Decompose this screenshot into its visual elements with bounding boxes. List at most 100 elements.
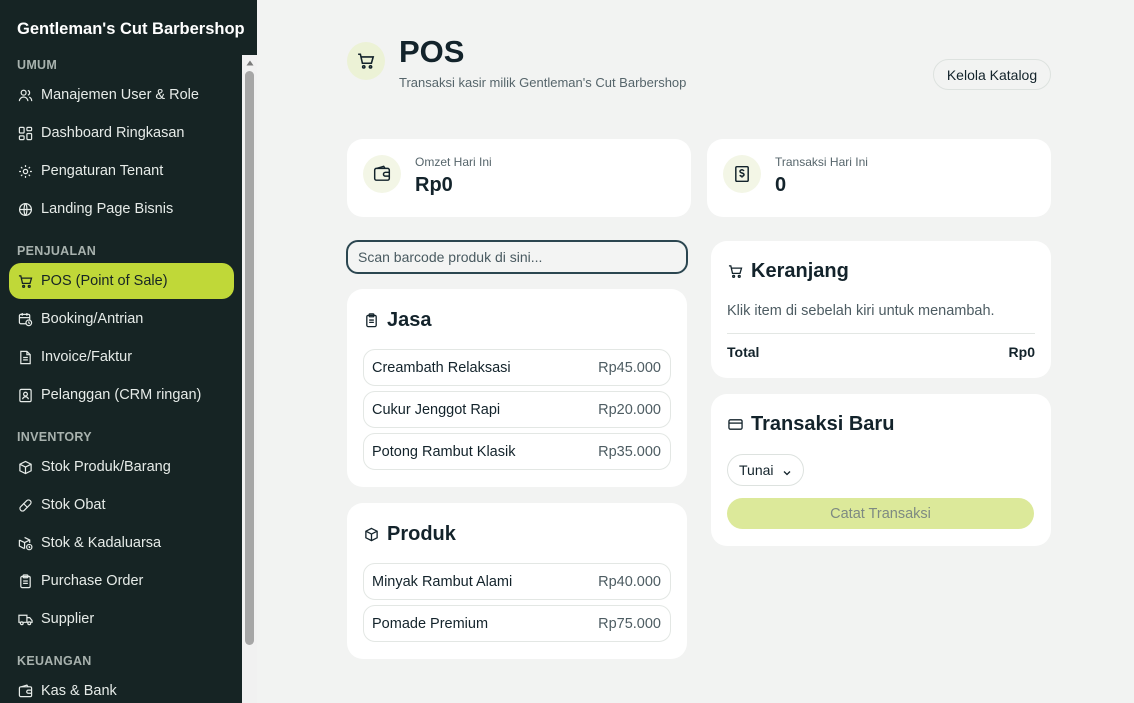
sidebar-item-pengaturan[interactable]: Pengaturan Tenant	[9, 153, 234, 189]
transaksi-baru-card: Transaksi Baru Tunai Catat Transaksi	[711, 394, 1051, 546]
sidebar-item-stok-kadaluarsa[interactable]: Stok & Kadaluarsa	[9, 525, 234, 561]
sidebar-item-landing-page[interactable]: Landing Page Bisnis	[9, 191, 234, 227]
page-title: POS	[399, 34, 465, 69]
sidebar-item-manajemen-user[interactable]: Manajemen User & Role	[9, 77, 234, 113]
cart-total-label: Total	[727, 344, 760, 360]
scrollbar-thumb[interactable]	[245, 71, 254, 645]
dashboard-grid-icon	[17, 125, 33, 141]
sidebar-item-stok-produk[interactable]: Stok Produk/Barang	[9, 449, 234, 485]
item-price: Rp75.000	[598, 615, 661, 632]
pos-header-icon	[347, 42, 385, 80]
box-icon	[17, 459, 33, 475]
jasa-heading: Jasa	[363, 309, 432, 332]
sidebar-item-kas-bank[interactable]: Kas & Bank	[9, 673, 234, 703]
sidebar-item-label: POS (Point of Sale)	[41, 273, 168, 289]
sidebar-item-label: Stok & Kadaluarsa	[41, 535, 162, 551]
clipboard-icon	[17, 573, 33, 589]
jasa-title: Jasa	[387, 309, 432, 331]
document-icon	[17, 349, 33, 365]
catat-transaksi-button[interactable]: Catat Transaksi	[727, 498, 1034, 529]
sidebar-item-stok-obat[interactable]: Stok Obat	[9, 487, 234, 523]
chevron-down-icon	[782, 465, 792, 481]
section-label-inventory: INVENTORY	[17, 430, 92, 444]
transaksi-value: 0	[775, 174, 787, 196]
sidebar-item-pelanggan[interactable]: Pelanggan (CRM ringan)	[9, 377, 234, 413]
sidebar-nav: UMUM Manajemen User & Role Dashboard Rin…	[0, 55, 242, 703]
receipt-dollar-icon	[723, 155, 761, 193]
transaksi-label: Transaksi Hari Ini	[775, 155, 868, 169]
sidebar-item-invoice[interactable]: Invoice/Faktur	[9, 339, 234, 375]
sidebar-item-label: Supplier	[41, 611, 95, 627]
sidebar-item-label: Pengaturan Tenant	[41, 163, 164, 179]
transaksi-baru-title: Transaksi Baru	[751, 413, 895, 435]
cart-divider	[727, 333, 1035, 334]
keranjang-card: Keranjang Klik item di sebelah kiri untu…	[711, 241, 1051, 378]
sidebar-item-label: Stok Obat	[41, 497, 106, 513]
payment-method-select[interactable]: Tunai	[727, 454, 804, 486]
kelola-katalog-button[interactable]: Kelola Katalog	[933, 59, 1051, 90]
gear-icon	[17, 163, 33, 179]
sidebar-item-label: Manajemen User & Role	[41, 87, 199, 103]
produk-card: Produk Minyak Rambut Alami Rp40.000 Poma…	[347, 503, 687, 659]
calendar-clock-icon	[17, 311, 33, 327]
produk-item-row[interactable]: Minyak Rambut Alami Rp40.000	[363, 563, 671, 600]
sidebar-item-pos[interactable]: POS (Point of Sale)	[9, 263, 234, 299]
produk-title: Produk	[387, 523, 456, 545]
sidebar-item-label: Booking/Antrian	[41, 311, 144, 327]
keranjang-heading: Keranjang	[727, 260, 849, 283]
sidebar-item-label: Invoice/Faktur	[41, 349, 133, 365]
contact-card-icon	[17, 387, 33, 403]
scroll-up-arrow-icon[interactable]	[242, 55, 257, 71]
clipboard-list-icon	[363, 313, 379, 329]
transaksi-baru-heading: Transaksi Baru	[727, 413, 894, 436]
jasa-item-row[interactable]: Creambath Relaksasi Rp45.000	[363, 349, 671, 386]
sidebar: Gentleman's Cut Barbershop UMUM Manajeme…	[0, 0, 257, 703]
cart-icon	[17, 273, 33, 289]
jasa-item-row[interactable]: Potong Rambut Klasik Rp35.000	[363, 433, 671, 470]
item-price: Rp40.000	[598, 573, 661, 590]
item-name: Potong Rambut Klasik	[372, 443, 516, 460]
item-name: Minyak Rambut Alami	[372, 573, 513, 590]
truck-icon	[17, 611, 33, 627]
section-label-umum: UMUM	[17, 58, 58, 72]
sidebar-item-booking[interactable]: Booking/Antrian	[9, 301, 234, 337]
sidebar-item-purchase-order[interactable]: Purchase Order	[9, 563, 234, 599]
item-name: Pomade Premium	[372, 615, 489, 632]
cart-icon	[727, 264, 743, 280]
sidebar-item-label: Landing Page Bisnis	[41, 201, 174, 217]
jasa-item-row[interactable]: Cukur Jenggot Rapi Rp20.000	[363, 391, 671, 428]
jasa-card: Jasa Creambath Relaksasi Rp45.000 Cukur …	[347, 289, 687, 487]
sidebar-item-supplier[interactable]: Supplier	[9, 601, 234, 637]
barcode-scan-input[interactable]	[346, 240, 688, 274]
sidebar-item-label: Pelanggan (CRM ringan)	[41, 387, 202, 403]
item-name: Cukur Jenggot Rapi	[372, 401, 501, 418]
section-label-penjualan: PENJUALAN	[17, 244, 97, 258]
brand-name: Gentleman's Cut Barbershop	[17, 20, 245, 38]
omzet-stat-card: Omzet Hari Ini Rp0	[347, 139, 691, 217]
transaksi-stat-card: Transaksi Hari Ini 0	[707, 139, 1051, 217]
sidebar-scrollbar[interactable]	[242, 55, 257, 703]
users-icon	[17, 87, 33, 103]
wallet-icon	[363, 155, 401, 193]
sidebar-item-label: Purchase Order	[41, 573, 144, 589]
payment-method-value: Tunai	[739, 462, 774, 478]
section-label-keuangan: KEUANGAN	[17, 654, 92, 668]
wallet-icon	[17, 683, 33, 699]
sidebar-item-label: Dashboard Ringkasan	[41, 125, 185, 141]
produk-heading: Produk	[363, 523, 456, 546]
box-icon	[363, 527, 379, 543]
item-price: Rp45.000	[598, 359, 661, 376]
omzet-label: Omzet Hari Ini	[415, 155, 492, 169]
pill-icon	[17, 497, 33, 513]
page-subtitle: Transaksi kasir milik Gentleman's Cut Ba…	[399, 75, 687, 90]
produk-item-row[interactable]: Pomade Premium Rp75.000	[363, 605, 671, 642]
sidebar-item-dashboard[interactable]: Dashboard Ringkasan	[9, 115, 234, 151]
credit-card-icon	[727, 417, 743, 433]
cart-empty-message: Klik item di sebelah kiri untuk menambah…	[727, 303, 995, 319]
cart-total-value: Rp0	[1008, 344, 1035, 360]
item-name: Creambath Relaksasi	[372, 359, 511, 376]
sidebar-item-label: Kas & Bank	[41, 683, 117, 699]
globe-icon	[17, 201, 33, 217]
cart-icon	[358, 53, 375, 69]
omzet-value: Rp0	[415, 174, 453, 196]
